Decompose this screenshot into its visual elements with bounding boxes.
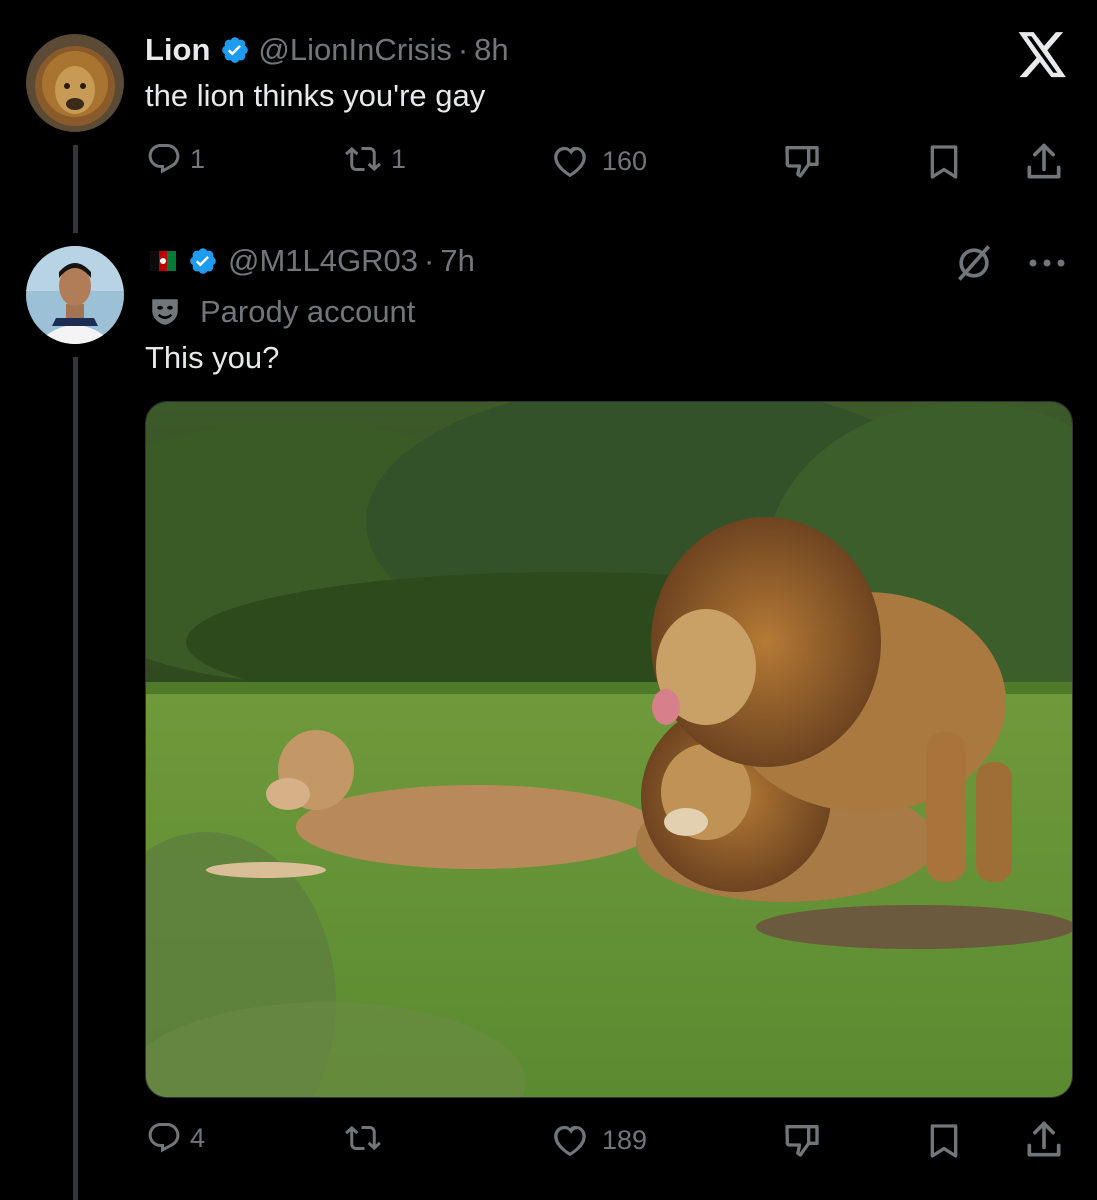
tweet1-repost-button[interactable]: 1: [343, 141, 406, 177]
like-icon: [554, 146, 586, 178]
tweet2-parody-row: Parody account: [148, 292, 415, 332]
tweet2-separator: ·: [424, 243, 435, 278]
thread-line-bottom: [73, 357, 78, 1200]
tweet2-more-button[interactable]: [1026, 249, 1068, 282]
tweet2-reply-button[interactable]: 4: [146, 1120, 205, 1156]
tweet1-handle[interactable]: @LionInCrisis: [258, 32, 451, 68]
tweet1-repost-count: 1: [391, 143, 407, 174]
bookmark-icon: [930, 145, 958, 179]
tweet2-bookmark-button[interactable]: [924, 1120, 964, 1167]
tweet1-timestamp[interactable]: 8h: [474, 32, 508, 68]
tweet2-dislike-button[interactable]: [780, 1120, 824, 1165]
grok-icon: [957, 245, 991, 281]
tweet1-like-button[interactable]: 160: [546, 141, 647, 181]
reply-icon: [148, 1123, 180, 1153]
lions-photo: [146, 402, 1072, 1097]
tweet2-reply-count: 4: [190, 1122, 206, 1153]
like-icon: [554, 1125, 586, 1157]
bookmark-icon: [930, 1124, 958, 1158]
tweet2-like-button[interactable]: 189: [546, 1120, 647, 1160]
parody-mask-icon: [152, 299, 178, 325]
tweet1-reply-count: 1: [190, 143, 206, 174]
thread-line-top: [73, 145, 78, 233]
reply-icon: [148, 144, 180, 174]
tweet1-header: Lion @LionInCrisis · 8h: [145, 30, 509, 70]
parody-label: Parody account: [200, 294, 416, 329]
tweet1-display-name[interactable]: Lion: [145, 32, 210, 68]
tweet1-share-button[interactable]: [1022, 140, 1066, 189]
avatar-lion[interactable]: [26, 34, 124, 132]
tweet1-text: the lion thinks you're gay: [145, 78, 486, 113]
tweet2-media-image[interactable]: [145, 401, 1073, 1098]
verified-badge-icon: [190, 248, 216, 274]
tweet2-handle[interactable]: @M1L4GR03: [228, 243, 418, 279]
tweet2-like-count: 189: [602, 1124, 648, 1155]
repost-icon: [345, 1125, 381, 1151]
tweet2-header: @M1L4GR03 · 7h: [150, 241, 475, 281]
verified-badge-icon: [222, 37, 249, 63]
tweet1-reply-button[interactable]: 1: [146, 141, 205, 177]
flag-icon: [150, 251, 176, 271]
repost-icon: [345, 146, 381, 172]
share-icon: [1027, 143, 1061, 179]
tweet1-like-count: 160: [602, 145, 648, 176]
x-logo-icon[interactable]: [1018, 32, 1068, 83]
tweet2-grok-button[interactable]: [952, 241, 996, 290]
tweet1-dislike-button[interactable]: [780, 141, 824, 186]
more-icon: [1029, 259, 1065, 267]
tweet1-bookmark-button[interactable]: [924, 141, 964, 188]
dislike-icon: [785, 146, 819, 178]
avatar-user[interactable]: [26, 246, 124, 344]
tweet2-text: This you?: [145, 340, 280, 375]
tweet2-repost-button[interactable]: [343, 1120, 383, 1161]
dislike-icon: [785, 1125, 819, 1157]
tweet2-timestamp[interactable]: 7h: [440, 243, 474, 279]
share-icon: [1027, 1121, 1061, 1157]
tweet1-separator: ·: [457, 32, 469, 67]
tweet2-share-button[interactable]: [1022, 1118, 1066, 1167]
